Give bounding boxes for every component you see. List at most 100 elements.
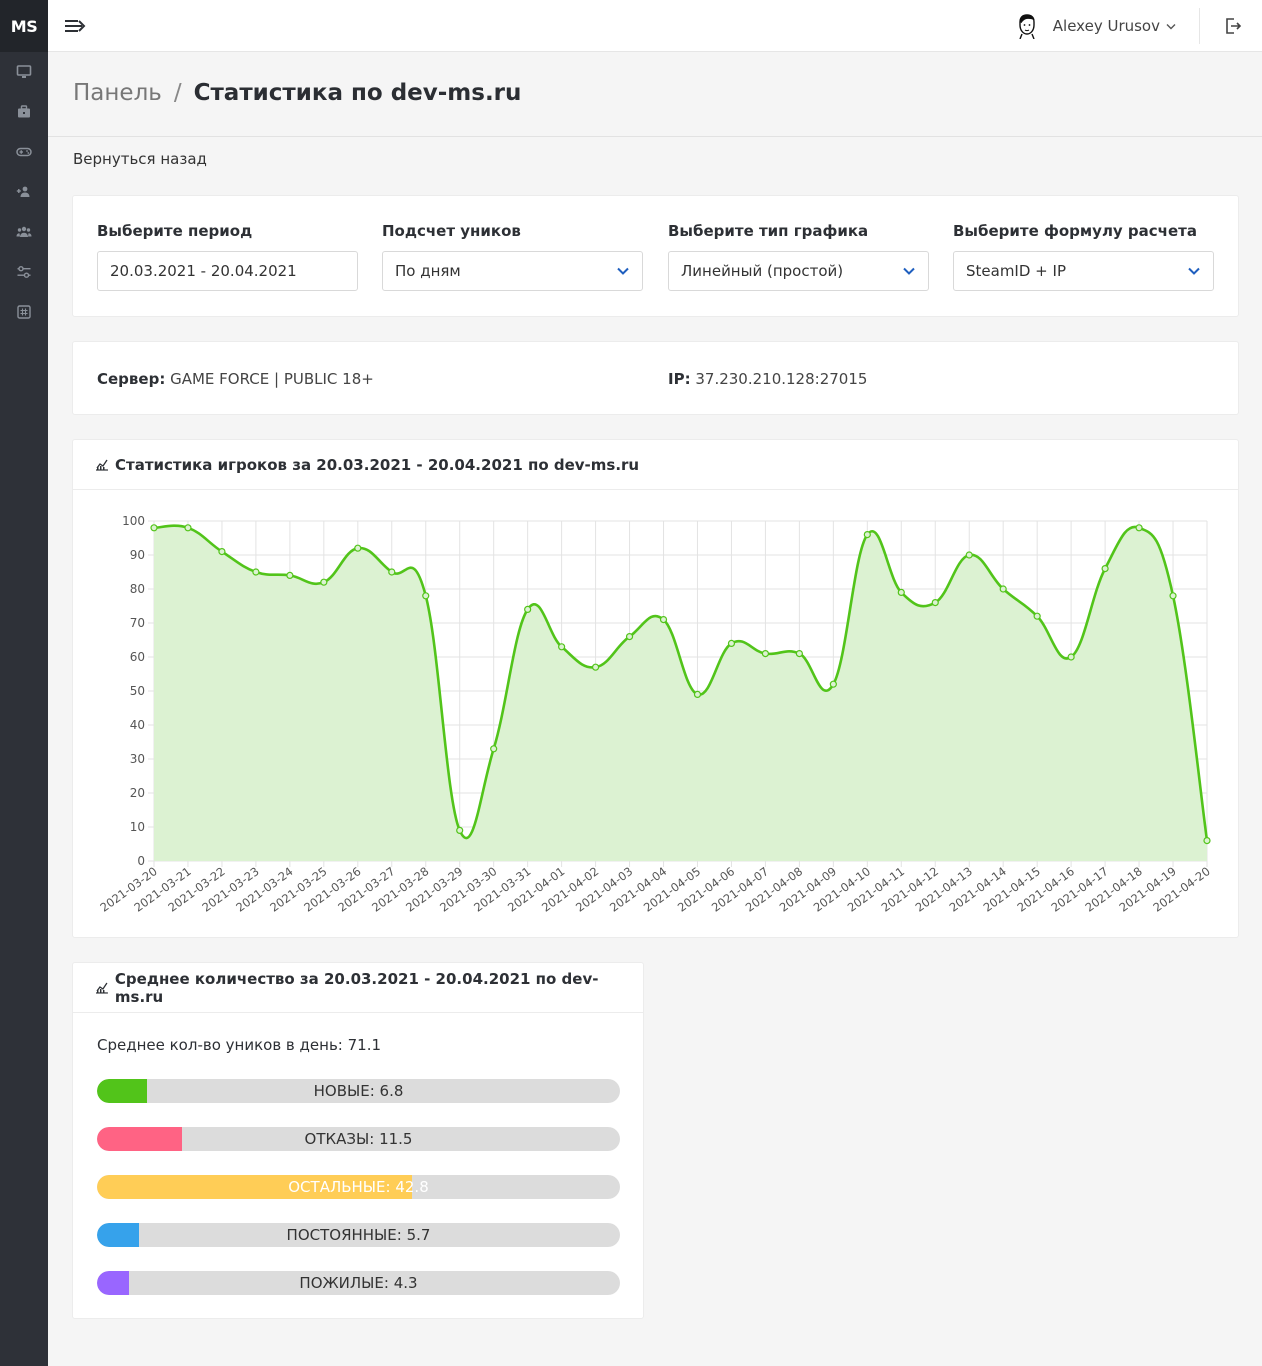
count-select[interactable]: По дням: [382, 251, 643, 291]
period-input[interactable]: 20.03.2021 - 20.04.2021: [97, 251, 358, 291]
data-point: [150, 524, 158, 532]
logout-icon[interactable]: [1224, 17, 1242, 35]
back-link[interactable]: Вернуться назад: [73, 150, 207, 168]
y-tick-label: 100: [122, 514, 145, 528]
formula-value: SteamID + IP: [966, 262, 1066, 280]
filters-card: Выберите период 20.03.2021 - 20.04.2021 …: [72, 195, 1239, 317]
y-tick-label: 10: [130, 820, 145, 834]
players-line-chart: 01020304050607080901002021-03-202021-03-…: [97, 514, 1212, 915]
monitor-icon: [16, 65, 32, 78]
users-icon: [16, 226, 32, 237]
y-tick-label: 40: [130, 718, 145, 732]
chart-type-select[interactable]: Линейный (простой): [668, 251, 929, 291]
breadcrumb-separator: /: [173, 80, 182, 106]
sidebar-item-games[interactable]: [0, 132, 48, 172]
hash-icon: [17, 305, 31, 319]
briefcase-icon: [18, 105, 30, 118]
data-point: [286, 571, 294, 580]
sliders-icon: [17, 265, 31, 278]
chart-icon: [95, 982, 108, 994]
server-name: Сервер: GAME FORCE | PUBLIC 18+: [97, 370, 374, 388]
chevron-down-icon: [1166, 23, 1176, 29]
progress-bar: ОСТАЛЬНЫЕ: 42.8: [97, 1175, 620, 1199]
data-point: [320, 578, 328, 586]
data-point: [795, 650, 803, 658]
sidebar-item-settings[interactable]: [0, 252, 48, 292]
y-tick-label: 60: [130, 650, 145, 664]
sidebar-item-hash[interactable]: [0, 292, 48, 332]
sidebar-item-dashboard[interactable]: [0, 52, 48, 92]
progress-bar: НОВЫЕ: 6.8: [97, 1079, 620, 1103]
data-point: [354, 544, 362, 552]
avatar[interactable]: [1015, 13, 1039, 39]
data-point: [218, 547, 226, 556]
data-point: [490, 745, 498, 753]
user-menu: Alexey Urusov: [1015, 0, 1176, 52]
data-point: [931, 598, 939, 607]
period-value: 20.03.2021 - 20.04.2021: [110, 262, 297, 280]
chart-type-filter: Выберите тип графика Линейный (простой): [668, 222, 929, 291]
user-dropdown[interactable]: Alexey Urusov: [1053, 17, 1176, 35]
period-label: Выберите период: [97, 222, 253, 240]
data-point: [999, 585, 1007, 593]
y-tick-label: 70: [130, 616, 145, 630]
progress-bar: ПОЖИЛЫЕ: 4.3: [97, 1271, 620, 1295]
progress-bar-label: ПОСТОЯННЫЕ: 5.7: [286, 1226, 431, 1244]
y-tick-label: 50: [130, 684, 145, 698]
data-point: [1203, 837, 1211, 845]
server-info-card: Сервер: GAME FORCE | PUBLIC 18+ IP: 37.2…: [72, 341, 1239, 415]
progress-bar-label: ОСТАЛЬНЫЕ: 42.8: [288, 1178, 429, 1196]
chart-type-label: Выберите тип графика: [668, 222, 869, 240]
ip-value: 37.230.210.128:27015: [695, 370, 868, 388]
count-value: По дням: [395, 262, 461, 280]
average-card: Среднее количество за 20.03.2021 - 20.04…: [72, 962, 644, 1319]
formula-select[interactable]: SteamID + IP: [953, 251, 1214, 291]
gamepad-icon: [16, 147, 32, 157]
data-point: [727, 639, 736, 647]
data-point: [252, 568, 260, 576]
progress-bar-label: ПОЖИЛЫЕ: 4.3: [299, 1274, 418, 1292]
series-area: [154, 525, 1207, 861]
app-logo[interactable]: MS: [0, 0, 48, 52]
data-point: [625, 633, 634, 641]
data-point: [1135, 524, 1143, 532]
data-point: [1033, 612, 1041, 620]
server-label: Сервер:: [97, 370, 166, 388]
data-point: [388, 568, 396, 576]
chart-card-header: Статистика игроков за 20.03.2021 - 20.04…: [73, 440, 1238, 490]
data-point: [1101, 564, 1109, 573]
data-point: [863, 530, 871, 539]
chevron-down-icon: [617, 267, 629, 275]
chevron-down-icon: [1188, 267, 1200, 275]
breadcrumb-root-link[interactable]: Панель: [73, 80, 162, 106]
formula-filter: Выберите формулу расчета SteamID + IP: [953, 222, 1214, 291]
y-tick-label: 30: [130, 752, 145, 766]
menu-toggle-icon[interactable]: [64, 16, 86, 36]
data-point: [761, 650, 770, 658]
y-tick-label: 90: [130, 548, 145, 562]
user-add-icon: [16, 186, 30, 197]
y-tick-label: 20: [130, 786, 145, 800]
sidebar-item-jobs[interactable]: [0, 92, 48, 132]
data-point: [659, 616, 668, 624]
breadcrumb: Панель / Статистика по dev-ms.ru: [73, 80, 521, 106]
count-label: Подсчет уников: [382, 222, 521, 240]
data-point: [1169, 592, 1177, 600]
top-bar: Alexey Urusov: [48, 0, 1262, 52]
divider: [1199, 8, 1200, 44]
period-filter: Выберите период 20.03.2021 - 20.04.2021: [97, 222, 358, 291]
data-point: [456, 826, 464, 834]
chart-type-value: Линейный (простой): [681, 262, 844, 280]
server-ip: IP: 37.230.210.128:27015: [668, 370, 867, 388]
count-filter: Подсчет уников По дням: [382, 222, 643, 291]
data-point: [693, 690, 702, 698]
data-point: [897, 588, 905, 597]
data-point: [422, 592, 430, 600]
y-tick-label: 0: [137, 854, 145, 868]
data-point: [965, 551, 973, 559]
sidebar-item-add-user[interactable]: [0, 172, 48, 212]
sidebar-item-users[interactable]: [0, 212, 48, 252]
user-name: Alexey Urusov: [1052, 17, 1160, 35]
page-header: Панель / Статистика по dev-ms.ru: [48, 52, 1262, 137]
page-title: Статистика по dev-ms.ru: [193, 80, 522, 106]
